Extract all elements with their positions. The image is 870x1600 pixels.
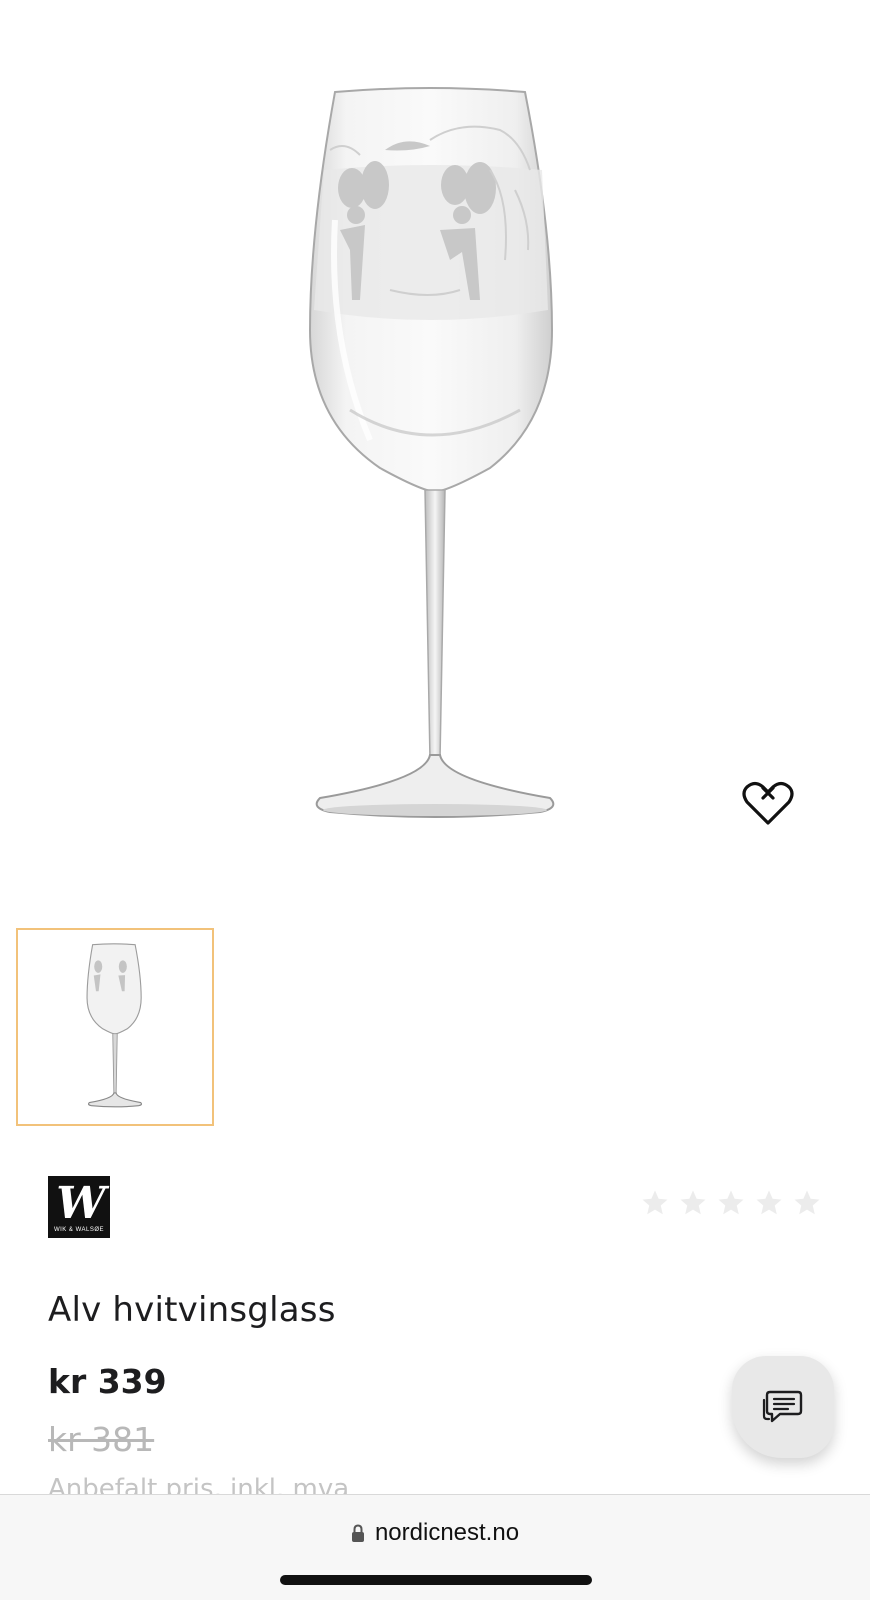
star-icon — [756, 1190, 782, 1215]
lock-icon — [351, 1524, 364, 1542]
url-text: nordicnest.no — [374, 1519, 520, 1546]
star-icon — [794, 1190, 820, 1215]
wine-glass-image — [308, 87, 555, 818]
add-to-wishlist-button[interactable] — [736, 776, 800, 832]
product-image-main[interactable] — [0, 0, 870, 900]
chat-bubble-icon — [762, 1390, 803, 1423]
wine-glass-thumbnail — [86, 943, 143, 1108]
heart-add-icon — [742, 781, 794, 825]
brand-logo[interactable]: W WIK & WALSØE — [48, 1176, 110, 1238]
product-thumbnail-1[interactable] — [16, 928, 214, 1126]
product-title: Alv hvitvinsglass — [48, 1290, 336, 1330]
product-page: W WIK & WALSØE Alv hvitvinsglass kr 339 … — [0, 0, 870, 1600]
star-icon — [680, 1190, 706, 1215]
browser-address-bar: nordicnest.no — [0, 1494, 870, 1600]
product-old-price: kr 381 — [48, 1420, 155, 1459]
home-indicator[interactable] — [280, 1575, 592, 1585]
product-price: kr 339 — [48, 1362, 167, 1401]
brand-logo-monogram: W — [56, 1177, 105, 1229]
product-rating[interactable] — [640, 1188, 822, 1218]
url-field[interactable]: nordicnest.no — [0, 1519, 870, 1547]
price-note: Anbefalt pris, inkl. mva — [48, 1474, 350, 1496]
chat-button[interactable] — [732, 1356, 834, 1458]
star-icon — [642, 1190, 668, 1215]
star-icon — [718, 1190, 744, 1215]
brand-logo-text: WIK & WALSØE — [53, 1226, 105, 1233]
